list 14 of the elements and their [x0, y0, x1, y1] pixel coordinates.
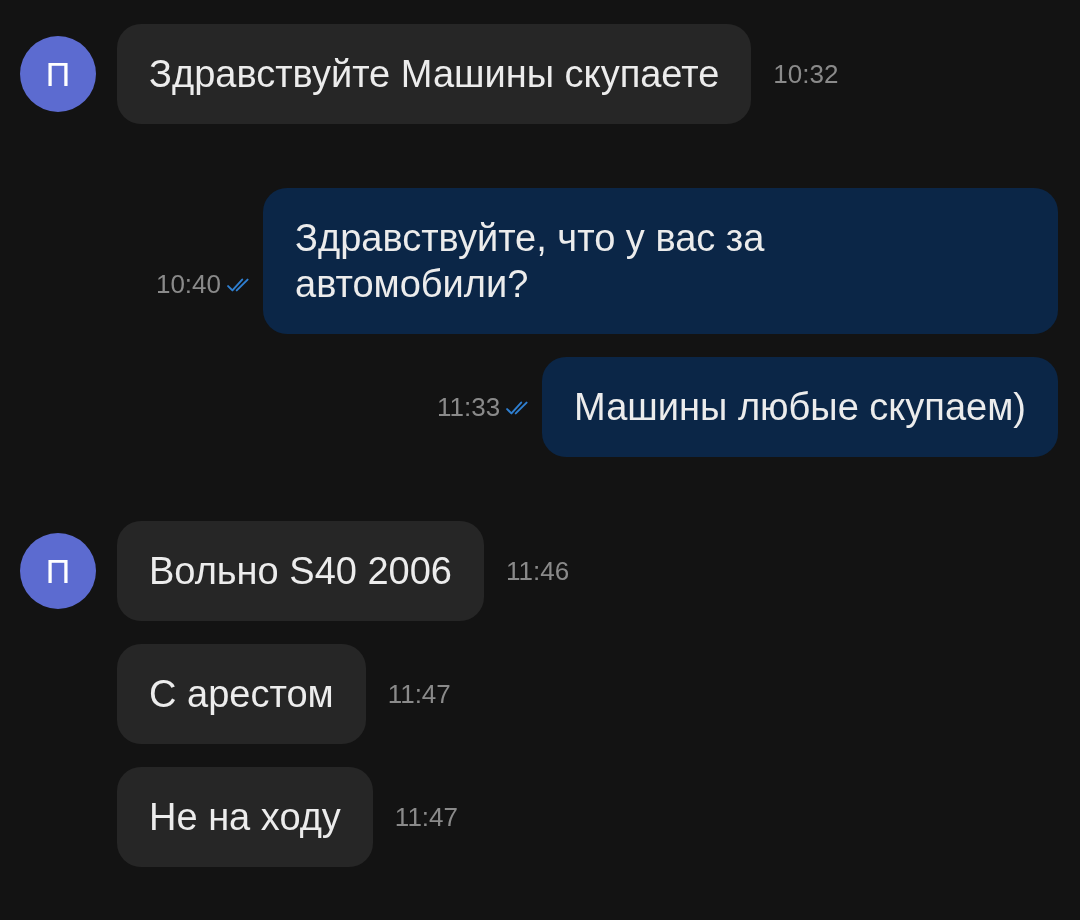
message-time: 10:32 — [773, 58, 839, 90]
message-bubble: Здравствуйте, что у вас за автомобили? — [263, 188, 1058, 334]
message-time: 11:47 — [387, 678, 451, 710]
message-time: 11:33 — [436, 392, 501, 423]
message-bubble: Машины любые скупаем) — [542, 357, 1058, 457]
message-time: 11:46 — [506, 555, 570, 587]
message-bubble: С арестом — [117, 644, 366, 744]
message-bubble: Вольно S40 2006 — [117, 521, 484, 621]
message-time: 10:40 — [155, 269, 221, 300]
avatar[interactable]: П — [20, 533, 96, 609]
message-time: 11:47 — [394, 801, 458, 833]
message-bubble: Не на ходу — [117, 767, 373, 867]
avatar[interactable]: П — [20, 36, 96, 112]
message-bubble: Здравствуйте Машины скупаете — [117, 24, 752, 124]
